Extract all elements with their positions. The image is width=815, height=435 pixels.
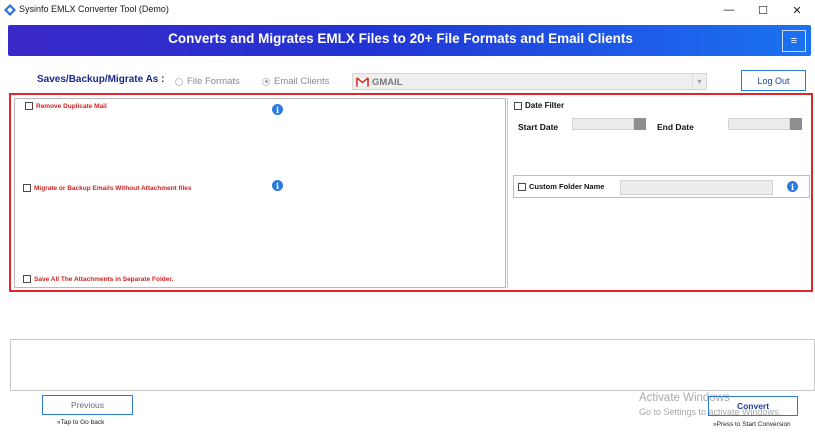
previous-hint: »Tap to Go back <box>57 419 105 426</box>
pane-divider <box>507 98 508 288</box>
radio-email-clients[interactable]: Email Clients <box>262 76 329 87</box>
date-filter-checkbox[interactable]: Date Filter <box>514 101 564 110</box>
convert-hint: »Press to Start Conversion <box>713 421 791 428</box>
start-date-input[interactable] <box>572 118 634 130</box>
info-icon[interactable]: i <box>272 104 283 115</box>
radio-email-clients-label: Email Clients <box>274 76 330 87</box>
minimize-button[interactable]: — <box>712 0 746 20</box>
checkbox-box[interactable] <box>23 184 31 192</box>
close-button[interactable]: ✕ <box>780 0 814 20</box>
custom-folder-input[interactable] <box>620 180 773 195</box>
info-icon[interactable]: i <box>787 181 798 192</box>
options-left-pane <box>14 98 506 288</box>
progress-log-box <box>10 339 815 391</box>
radio-file-formats[interactable]: File Formats <box>175 76 240 87</box>
radio-dot-selected-icon <box>262 77 270 86</box>
radio-file-formats-label: File Formats <box>187 76 240 87</box>
saves-as-label: Saves/Backup/Migrate As : <box>37 74 165 85</box>
date-filter-label: Date Filter <box>525 101 565 110</box>
without-attachment-label: Migrate or Backup Emails Without Attachm… <box>34 184 192 192</box>
checkbox-box[interactable] <box>25 102 33 110</box>
start-date-calendar-button[interactable] <box>634 118 646 130</box>
checkbox-box[interactable] <box>23 275 31 283</box>
checkbox-box[interactable] <box>514 101 522 110</box>
checkbox-box[interactable] <box>518 182 526 191</box>
banner-title: Converts and Migrates EMLX Files to 20+ … <box>168 31 633 46</box>
end-date-calendar-button[interactable] <box>790 118 802 130</box>
end-date-input[interactable] <box>728 118 790 130</box>
custom-folder-label: Custom Folder Name <box>529 182 605 191</box>
chevron-down-icon[interactable]: ▾ <box>692 74 706 89</box>
logout-button[interactable]: Log Out <box>741 70 806 91</box>
hamburger-icon: ≡ <box>790 35 798 47</box>
maximize-button[interactable]: ☐ <box>746 0 780 20</box>
gmail-icon <box>356 77 369 87</box>
save-attachments-checkbox[interactable]: Save All The Attachments in Separate Fol… <box>23 275 173 283</box>
remove-duplicate-label: Remove Duplicate Mail <box>36 102 107 110</box>
title-bar: Sysinfo EMLX Converter Tool (Demo) — ☐ ✕ <box>0 0 815 20</box>
dropdown-selected-value: GMAIL <box>372 77 403 88</box>
header-banner: Converts and Migrates EMLX Files to 20+ … <box>8 25 811 56</box>
end-date-label: End Date <box>657 122 694 132</box>
email-client-dropdown[interactable]: GMAIL ▾ <box>352 73 707 90</box>
app-window: Sysinfo EMLX Converter Tool (Demo) — ☐ ✕… <box>0 0 815 435</box>
without-attachment-checkbox[interactable]: Migrate or Backup Emails Without Attachm… <box>23 184 192 192</box>
custom-folder-checkbox[interactable]: Custom Folder Name <box>518 182 604 191</box>
window-title: Sysinfo EMLX Converter Tool (Demo) <box>19 4 169 14</box>
save-attachments-label: Save All The Attachments in Separate Fol… <box>34 275 174 283</box>
convert-button[interactable]: Convert <box>708 396 798 416</box>
hamburger-menu-button[interactable]: ≡ <box>782 30 806 52</box>
previous-button[interactable]: Previous <box>42 395 133 415</box>
info-icon[interactable]: i <box>272 180 283 191</box>
start-date-label: Start Date <box>518 122 559 132</box>
app-logo-icon <box>4 4 16 16</box>
remove-duplicate-checkbox[interactable]: Remove Duplicate Mail <box>25 102 107 110</box>
radio-dot-icon <box>175 77 183 86</box>
